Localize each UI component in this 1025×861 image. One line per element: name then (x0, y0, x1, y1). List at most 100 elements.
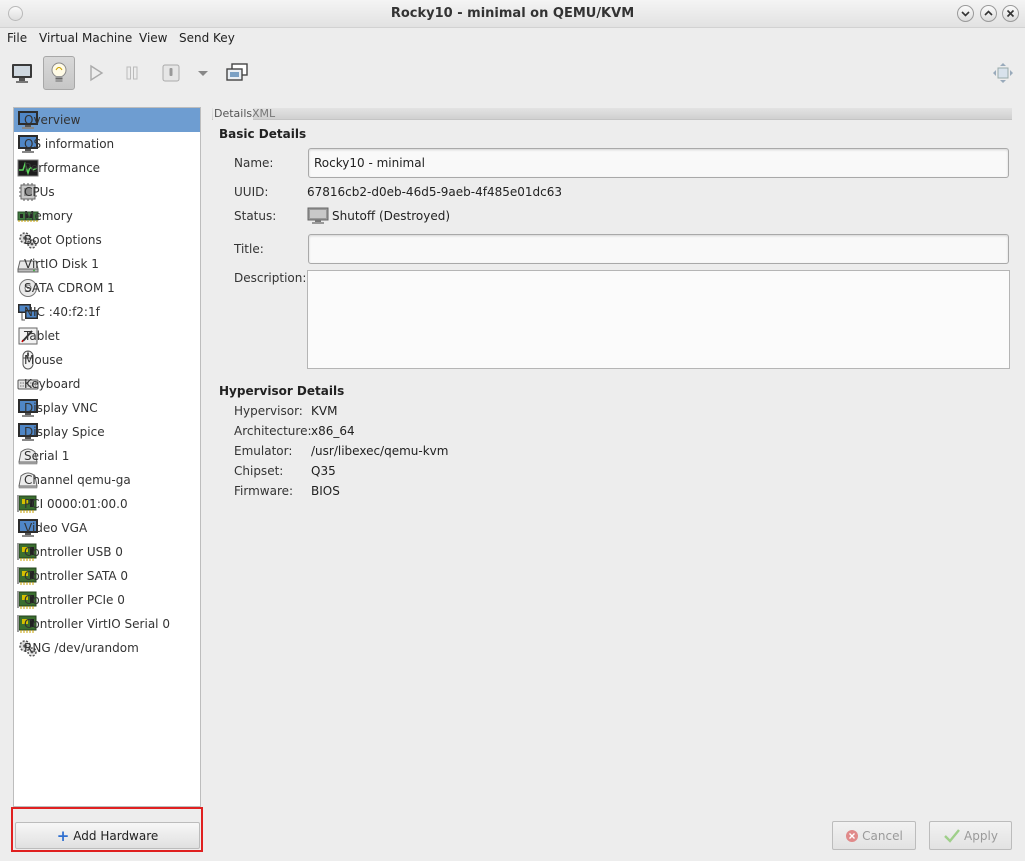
sidebar-item-label: Mouse (24, 353, 63, 367)
snapshots-icon (226, 63, 248, 81)
tab-details[interactable]: Details (213, 108, 254, 121)
sidebar-item-tablet[interactable]: Tablet (14, 324, 200, 348)
sidebar-item-label: CPUs (24, 185, 55, 199)
close-icon (1006, 9, 1015, 18)
fullscreen-button[interactable] (987, 56, 1019, 90)
sidebar-item-controller-pcie[interactable]: Controller PCIe 0 (14, 588, 200, 612)
plus-icon: + (56, 826, 70, 845)
sidebar-item-label: Performance (24, 161, 101, 175)
sidebar-item-cpus[interactable]: CPUs (14, 180, 200, 204)
sidebar-item-video-vga[interactable]: Video VGA (14, 516, 200, 540)
hypervisor-details-heading: Hypervisor Details (219, 384, 345, 398)
sidebar-item-display-spice[interactable]: Display Spice (14, 420, 200, 444)
snapshots-button[interactable] (221, 56, 253, 90)
sidebar-item-display-vnc[interactable]: Display VNC (14, 396, 200, 420)
play-icon (90, 64, 104, 82)
minimize-button[interactable] (957, 5, 974, 22)
apply-label: Apply (964, 828, 998, 843)
sidebar-item-controller-usb[interactable]: Controller USB 0 (14, 540, 200, 564)
architecture-value: x86_64 (311, 424, 355, 438)
fullscreen-icon (993, 63, 1013, 83)
sidebar-item-serial[interactable]: Serial 1 (14, 444, 200, 468)
uuid-label: UUID: (234, 185, 269, 199)
sidebar-item-label: Overview (24, 113, 81, 127)
run-button[interactable] (80, 56, 112, 90)
sidebar-item-keyboard[interactable]: Keyboard (14, 372, 200, 396)
sidebar-item-pci[interactable]: PCI 0000:01:00.0 (14, 492, 200, 516)
title-field[interactable] (308, 234, 1009, 264)
sidebar-item-label: Controller SATA 0 (24, 569, 129, 583)
cancel-button[interactable]: Cancel (832, 821, 916, 850)
hardware-list: Overview OS information Performance CPUs… (13, 107, 201, 807)
power-icon (162, 64, 180, 82)
emulator-value: /usr/libexec/qemu-kvm (311, 444, 449, 458)
toolbar (0, 52, 1025, 96)
chipset-label: Chipset: (234, 464, 284, 478)
sidebar-item-mouse[interactable]: Mouse (14, 348, 200, 372)
sidebar-item-rng[interactable]: RNG /dev/urandom (14, 636, 200, 660)
maximize-button[interactable] (980, 5, 997, 22)
sidebar-item-boot-options[interactable]: Boot Options (14, 228, 200, 252)
firmware-label: Firmware: (234, 484, 294, 498)
console-icon (12, 64, 32, 83)
sidebar-item-label: Controller USB 0 (24, 545, 123, 559)
details-button[interactable] (43, 56, 75, 90)
pause-icon (126, 66, 138, 80)
shutdown-button[interactable] (155, 56, 187, 90)
checkmark-icon (944, 828, 960, 843)
menu-virtual-machine[interactable]: Virtual Machine (39, 31, 132, 45)
apply-button[interactable]: Apply (929, 821, 1012, 850)
menu-bar: File Virtual Machine View Send Key (0, 28, 1025, 50)
uuid-value: 67816cb2-d0eb-46d5-9aeb-4f485e01dc63 (307, 185, 563, 199)
architecture-label: Architecture: (234, 424, 312, 438)
sidebar-item-label: Controller PCIe 0 (24, 593, 125, 607)
sidebar-item-label: PCI 0000:01:00.0 (24, 497, 128, 511)
sidebar-item-label: Channel qemu-ga (24, 473, 131, 487)
hypervisor-value: KVM (311, 404, 338, 418)
menu-view[interactable]: View (139, 31, 167, 45)
sidebar-item-label: SATA CDROM 1 (24, 281, 115, 295)
sidebar-item-label: Keyboard (24, 377, 81, 391)
sidebar-item-controller-virtio-serial[interactable]: Controller VirtIO Serial 0 (14, 612, 200, 636)
sidebar-item-label: NIC :40:f2:1f (24, 305, 100, 319)
sidebar-item-nic[interactable]: NIC :40:f2:1f (14, 300, 200, 324)
sidebar-item-performance[interactable]: Performance (14, 156, 200, 180)
close-button[interactable] (1002, 5, 1019, 22)
sidebar-item-label: Boot Options (24, 233, 102, 247)
cancel-icon (846, 829, 859, 842)
sidebar-item-label: OS information (24, 137, 115, 151)
sidebar-item-memory[interactable]: Memory (14, 204, 200, 228)
shutoff-monitor-icon (307, 207, 329, 228)
sidebar-item-sata-cdrom[interactable]: SATA CDROM 1 (14, 276, 200, 300)
description-label: Description: (234, 271, 307, 285)
name-field[interactable]: Rocky10 - minimal (308, 148, 1009, 178)
sidebar-item-label: Memory (24, 209, 73, 223)
sidebar-item-label: RNG /dev/urandom (24, 641, 139, 655)
basic-details-heading: Basic Details (219, 127, 307, 141)
menu-file[interactable]: File (7, 31, 27, 45)
shutdown-dropdown-button[interactable] (192, 56, 214, 90)
hypervisor-label: Hypervisor: (234, 404, 303, 418)
name-label: Name: (234, 156, 274, 170)
sidebar-item-controller-sata[interactable]: Controller SATA 0 (14, 564, 200, 588)
window-title: Rocky10 - minimal on QEMU/KVM (390, 6, 635, 21)
sidebar-item-overview[interactable]: Overview (14, 108, 200, 132)
sidebar-item-label: Serial 1 (24, 449, 70, 463)
menu-send-key[interactable]: Send Key (179, 31, 235, 45)
status-value: Shutoff (Destroyed) (332, 209, 451, 223)
console-button[interactable] (6, 56, 38, 90)
chevron-up-icon (984, 10, 993, 16)
pause-button[interactable] (116, 56, 148, 90)
add-hardware-button[interactable]: + Add Hardware (15, 822, 200, 849)
sidebar-item-label: Display VNC (24, 401, 98, 415)
sidebar-item-label: VirtIO Disk 1 (24, 257, 99, 271)
lightbulb-icon (51, 62, 67, 82)
description-textarea[interactable] (307, 270, 1010, 369)
status-label: Status: (234, 209, 277, 223)
tab-xml[interactable]: XML (252, 108, 275, 121)
tab-bar: Details XML (212, 108, 1012, 121)
sidebar-item-channel-qemu-ga[interactable]: Channel qemu-ga (14, 468, 200, 492)
sidebar-item-virtio-disk[interactable]: VirtIO Disk 1 (14, 252, 200, 276)
sidebar-item-label: Display Spice (24, 425, 105, 439)
sidebar-item-os-information[interactable]: OS information (14, 132, 200, 156)
